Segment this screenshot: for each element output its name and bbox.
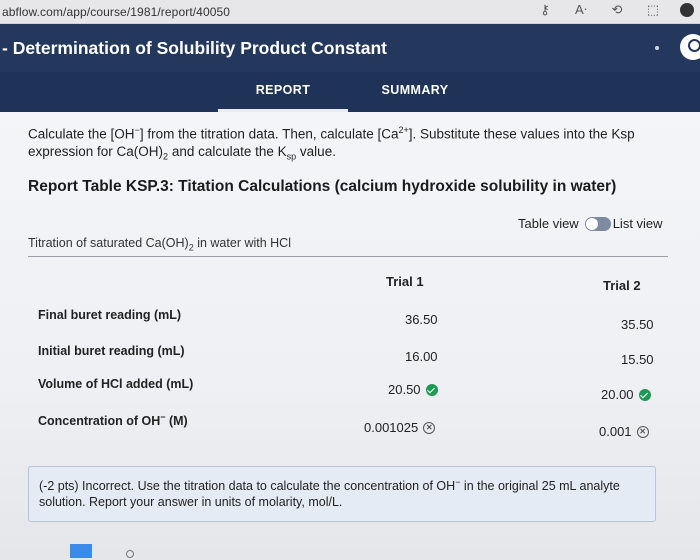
- correct-check-icon: [425, 383, 438, 396]
- view-toggle-switch[interactable]: [584, 216, 611, 231]
- url-text[interactable]: abflow.com/app/course/1981/report/40050: [0, 5, 230, 19]
- view-toggle[interactable]: Table view List view: [518, 216, 663, 231]
- feedback-box: (-2 pts) Incorrect. Use the titration da…: [28, 466, 656, 522]
- row-label-initial-buret: Initial buret reading (mL): [38, 344, 185, 358]
- browser-toolbar-icons: ⚷ Aᐧ ⟲ ⬚: [536, 2, 694, 18]
- key-icon[interactable]: ⚷: [536, 2, 554, 18]
- table-caption: Titration of saturated Ca(OH)2 in water …: [28, 236, 291, 253]
- caption-divider: [28, 256, 668, 257]
- table-view-label[interactable]: Table view: [518, 216, 579, 231]
- instructions-text: Calculate the [OH−] from the titration d…: [28, 125, 635, 162]
- cell-volume-hcl-trial-1[interactable]: 20.50: [388, 382, 438, 397]
- list-view-label[interactable]: List view: [613, 216, 663, 231]
- incorrect-x-icon: ✕: [423, 421, 436, 434]
- report-table-heading: Report Table KSP.3: Titation Calculation…: [28, 178, 617, 195]
- app-header: - Determination of Solubility Product Co…: [0, 24, 700, 72]
- text-size-icon[interactable]: Aᐧ: [572, 2, 590, 18]
- row-label-oh-concentration: Concentration of OH− (M): [38, 412, 188, 429]
- cell-final-buret-trial-2[interactable]: 35.50: [621, 317, 654, 332]
- tab-summary[interactable]: SUMMARY: [355, 72, 475, 112]
- cell-initial-buret-trial-2[interactable]: 15.50: [621, 352, 654, 367]
- report-content: Calculate the [OH−] from the titration d…: [0, 112, 700, 560]
- row-label-final-buret: Final buret reading (mL): [38, 308, 182, 322]
- browser-url-bar[interactable]: abflow.com/app/course/1981/report/40050 …: [0, 0, 700, 24]
- column-header-trial-2: Trial 2: [603, 278, 641, 293]
- cell-oh-concentration-trial-1[interactable]: 0.001025 ✕: [364, 420, 436, 435]
- cell-initial-buret-trial-1[interactable]: 16.00: [405, 349, 438, 364]
- cell-oh-concentration-trial-2[interactable]: 0.001 ✕: [599, 424, 649, 439]
- tab-strip: REPORT SUMMARY: [0, 72, 700, 112]
- row-label-volume-hcl: Volume of HCl added (mL): [38, 377, 194, 391]
- profile-sync-icon[interactable]: ⟲: [608, 2, 626, 18]
- cell-final-buret-trial-1[interactable]: 36.50: [405, 312, 438, 327]
- extension-icon[interactable]: ⬚: [644, 2, 662, 18]
- header-dot: [655, 46, 659, 50]
- search-icon[interactable]: [126, 550, 134, 558]
- incorrect-x-icon: ✕: [636, 425, 649, 438]
- cell-volume-hcl-trial-2[interactable]: 20.00: [601, 387, 651, 402]
- windows-icon[interactable]: [70, 544, 92, 558]
- page-title: - Determination of Solubility Product Co…: [2, 37, 387, 58]
- column-header-trial-1: Trial 1: [386, 274, 424, 289]
- correct-check-icon: [638, 388, 651, 401]
- user-avatar-icon[interactable]: [680, 34, 700, 60]
- menu-icon[interactable]: [680, 3, 694, 17]
- tab-report[interactable]: REPORT: [218, 72, 348, 112]
